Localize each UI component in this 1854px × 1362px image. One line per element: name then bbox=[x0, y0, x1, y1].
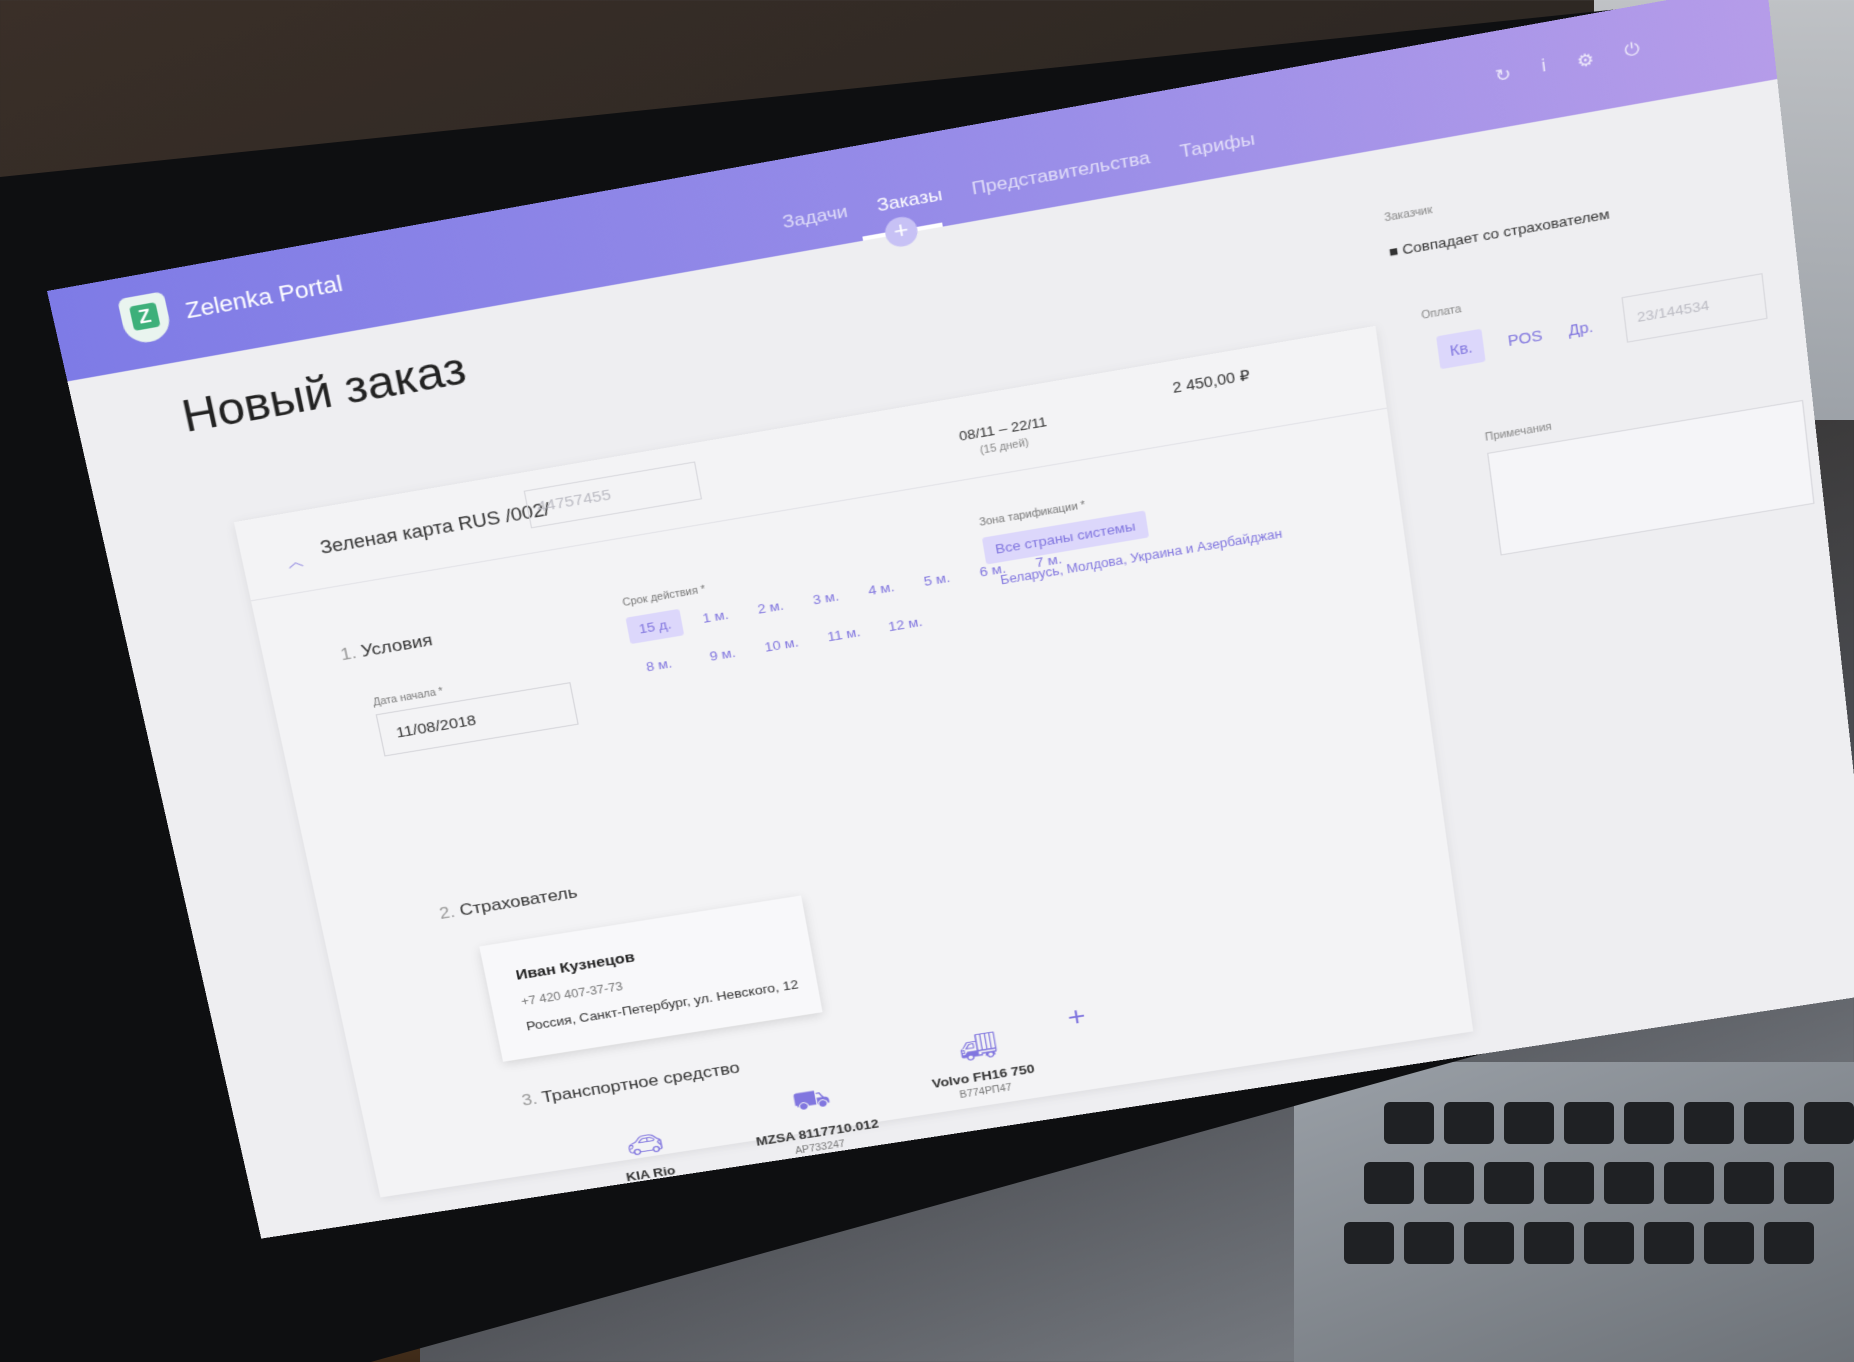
key bbox=[1624, 1102, 1674, 1144]
logo-shield-icon: Z bbox=[117, 291, 174, 346]
key bbox=[1684, 1102, 1734, 1144]
order-number-input[interactable]: 44757455 bbox=[523, 461, 703, 529]
key bbox=[1364, 1162, 1414, 1204]
term-option-10m[interactable]: 10 м. bbox=[763, 635, 799, 655]
page-title: Новый заказ bbox=[177, 343, 471, 442]
collapse-chevron-icon[interactable]: ︿ bbox=[285, 549, 305, 571]
key bbox=[1404, 1222, 1454, 1264]
term-option-15d[interactable]: 15 д. bbox=[625, 608, 685, 645]
key bbox=[1384, 1102, 1434, 1144]
section-number: 3. bbox=[520, 1089, 539, 1110]
notes-label: Примечания bbox=[1484, 421, 1553, 444]
tab-orders[interactable]: Заказы bbox=[875, 184, 943, 216]
section-conditions-title: 1. Условия bbox=[339, 630, 434, 665]
refresh-icon[interactable]: ↻ bbox=[1494, 63, 1513, 87]
term-option-11m[interactable]: 11 м. bbox=[826, 624, 861, 644]
key bbox=[1484, 1162, 1534, 1204]
key bbox=[1784, 1162, 1834, 1204]
key bbox=[1464, 1222, 1514, 1264]
payment-number-input[interactable]: 23/144534 bbox=[1621, 273, 1768, 343]
key bbox=[1804, 1102, 1854, 1144]
key bbox=[1744, 1102, 1794, 1144]
payment-label: Оплата bbox=[1420, 303, 1463, 322]
section-insurer-title: 2. Страхователь bbox=[438, 883, 579, 924]
term-label: Срок действия * bbox=[621, 584, 707, 610]
term-option-1m[interactable]: 1 м. bbox=[701, 607, 729, 626]
order-days-count: (15 дней) bbox=[979, 437, 1030, 457]
term-option-5m[interactable]: 5 м. bbox=[923, 570, 952, 589]
insurer-card[interactable]: Иван Кузнецов +7 420 407-37-73 Россия, С… bbox=[479, 895, 823, 1062]
key bbox=[1764, 1222, 1814, 1264]
logout-icon[interactable]: ⏻ bbox=[1624, 40, 1642, 64]
section-label: Условия bbox=[359, 630, 434, 661]
header-actions: ↻ i ⚙ ⏻ bbox=[1494, 40, 1641, 87]
brand-name: Zelenka Portal bbox=[182, 270, 345, 324]
key bbox=[1564, 1102, 1614, 1144]
logo-letter: Z bbox=[129, 302, 161, 331]
tab-tasks[interactable]: Задачи bbox=[781, 201, 849, 233]
key bbox=[1604, 1162, 1654, 1204]
customer-label: Заказчик bbox=[1383, 204, 1434, 225]
payment-option-other[interactable]: Др. bbox=[1567, 318, 1594, 339]
key-row bbox=[1344, 1222, 1814, 1268]
key bbox=[1544, 1162, 1594, 1204]
term-option-8m[interactable]: 8 м. bbox=[645, 656, 673, 675]
tab-tariffs[interactable]: Тарифы bbox=[1179, 129, 1257, 163]
key bbox=[1584, 1222, 1634, 1264]
key bbox=[1524, 1222, 1574, 1264]
key bbox=[1644, 1222, 1694, 1264]
order-date-range: 08/11 – 22/11 bbox=[957, 413, 1048, 444]
settings-icon[interactable]: ⚙ bbox=[1576, 48, 1596, 72]
insurer-address: Россия, Санкт-Петербург, ул. Невского, 1… bbox=[524, 976, 800, 1034]
laptop-keyboard bbox=[1294, 1062, 1854, 1362]
key bbox=[1504, 1102, 1554, 1144]
term-option-3m[interactable]: 3 м. bbox=[812, 588, 841, 607]
section-label: Страхователь bbox=[457, 882, 579, 920]
info-icon[interactable]: i bbox=[1541, 57, 1548, 79]
insurer-name: Иван Кузнецов bbox=[514, 949, 637, 984]
payment-option-kv[interactable]: Кв. bbox=[1436, 328, 1487, 370]
section-number: 1. bbox=[338, 643, 359, 665]
key-row bbox=[1384, 1102, 1854, 1148]
payment-option-pos[interactable]: POS bbox=[1507, 327, 1544, 349]
section-label: Транспортное средство bbox=[540, 1058, 742, 1107]
order-price: 2 450,00 ₽ bbox=[1171, 366, 1251, 396]
key bbox=[1444, 1102, 1494, 1144]
key bbox=[1344, 1222, 1394, 1264]
key-row bbox=[1364, 1162, 1834, 1208]
term-option-4m[interactable]: 4 м. bbox=[867, 579, 896, 598]
tab-offices[interactable]: Представительства bbox=[970, 147, 1151, 200]
vehicle-item[interactable]: 🚚︎ Volvo FH16 750 В774РП47 bbox=[895, 1019, 1068, 1109]
key bbox=[1724, 1162, 1774, 1204]
key bbox=[1664, 1162, 1714, 1204]
key bbox=[1424, 1162, 1474, 1204]
key bbox=[1704, 1222, 1754, 1264]
insurer-phone: +7 420 407-37-73 bbox=[520, 979, 624, 1009]
add-vehicle-button[interactable]: + bbox=[1065, 1000, 1088, 1032]
term-option-9m[interactable]: 9 м. bbox=[708, 645, 736, 664]
term-option-2m[interactable]: 2 м. bbox=[756, 598, 785, 617]
term-option-12m[interactable]: 12 м. bbox=[887, 614, 924, 634]
section-vehicle-title: 3. Транспортное средство bbox=[520, 1059, 741, 1111]
order-type-title: Зеленая карта RUS /002/ bbox=[318, 499, 552, 558]
section-number: 2. bbox=[437, 902, 457, 923]
order-card: ︿ Зеленая карта RUS /002/ 44757455 08/11… bbox=[233, 325, 1474, 1198]
